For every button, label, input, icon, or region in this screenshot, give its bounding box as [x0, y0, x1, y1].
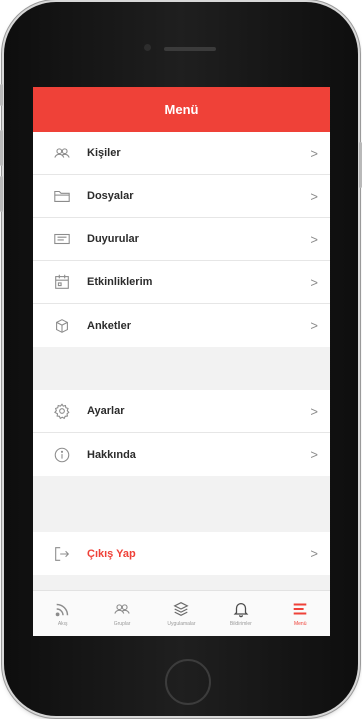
bell-icon: [233, 602, 249, 618]
tab-groups[interactable]: Gruplar: [94, 600, 150, 627]
menu-item-settings[interactable]: Ayarlar >: [33, 390, 330, 433]
section-spacer: [33, 476, 330, 532]
gear-icon: [52, 401, 72, 421]
logout-icon: [52, 544, 72, 564]
canvas: Menü Kişiler > Dosyalar > Duyurular > Et…: [0, 0, 362, 719]
tab-label: Menü: [293, 621, 307, 627]
menu-group-settings: Ayarlar > Hakkında >: [33, 390, 330, 476]
menu-item-label: Anketler: [87, 319, 132, 332]
home-button[interactable]: [165, 659, 211, 705]
chevron-right-icon: >: [310, 546, 318, 561]
menu-item-logout[interactable]: Çıkış Yap >: [33, 532, 330, 575]
folder-icon: [52, 186, 72, 206]
menu-item-label: Kişiler: [87, 147, 121, 159]
announcement-icon: [52, 229, 72, 249]
speaker: [164, 47, 216, 51]
menu-item-label: Duyurular: [87, 233, 139, 245]
chevron-right-icon: >: [310, 274, 318, 290]
chevron-right-icon: >: [310, 145, 318, 161]
volume-down-button: [0, 176, 3, 212]
page-title: Menü: [164, 102, 199, 117]
menu-item-label: Çıkış Yap: [87, 547, 136, 560]
menu-item-label: Ayarlar: [87, 405, 125, 417]
tab-label: Uygulamalar: [167, 621, 196, 627]
chevron-right-icon: >: [310, 231, 318, 247]
menu-item-label: Etkinliklerim: [87, 276, 153, 288]
tab-feed[interactable]: Akış: [35, 600, 91, 627]
feed-icon: [55, 603, 68, 617]
groups-icon: [114, 604, 130, 614]
chevron-right-icon: >: [310, 188, 318, 204]
tab-label: Bildirimler: [229, 621, 252, 627]
people-icon: [52, 143, 72, 163]
chevron-right-icon: >: [310, 318, 318, 333]
menu-item-announcements[interactable]: Duyurular >: [33, 218, 330, 261]
chevron-right-icon: >: [310, 447, 318, 462]
menu-item-label: Hakkında: [87, 448, 136, 461]
menu-item-label: Dosyalar: [87, 190, 134, 202]
section-spacer: [33, 347, 330, 390]
tab-bar: Akış Gruplar Uygulamalar Bildirimler Men…: [33, 590, 330, 636]
menu-item-about[interactable]: Hakkında >: [33, 433, 330, 476]
tab-apps[interactable]: Uygulamalar: [153, 600, 209, 627]
menu-group-logout: Çıkış Yap >: [33, 532, 330, 575]
nav-bar: Menü: [33, 87, 330, 132]
survey-icon: [52, 316, 72, 336]
menu-group-main: Kişiler > Dosyalar > Duyurular > Etkinli…: [33, 132, 330, 347]
app-screen: Menü Kişiler > Dosyalar > Duyurular > Et…: [33, 87, 330, 636]
mute-switch: [0, 84, 3, 106]
tab-menu[interactable]: Menü: [272, 600, 328, 627]
info-icon: [52, 445, 72, 465]
menu-item-people[interactable]: Kişiler >: [33, 132, 330, 175]
menu-item-events[interactable]: Etkinliklerim >: [33, 261, 330, 304]
menu-item-surveys[interactable]: Anketler >: [33, 304, 330, 347]
chevron-right-icon: >: [310, 403, 318, 419]
menu-icon: [293, 603, 307, 615]
menu-item-files[interactable]: Dosyalar >: [33, 175, 330, 218]
tab-label: Akış: [57, 621, 68, 627]
volume-up-button: [0, 130, 3, 166]
apps-icon: [173, 602, 190, 616]
calendar-icon: [52, 272, 72, 292]
tab-notifications[interactable]: Bildirimler: [213, 600, 269, 627]
camera: [144, 44, 151, 51]
tab-label: Gruplar: [113, 621, 131, 627]
